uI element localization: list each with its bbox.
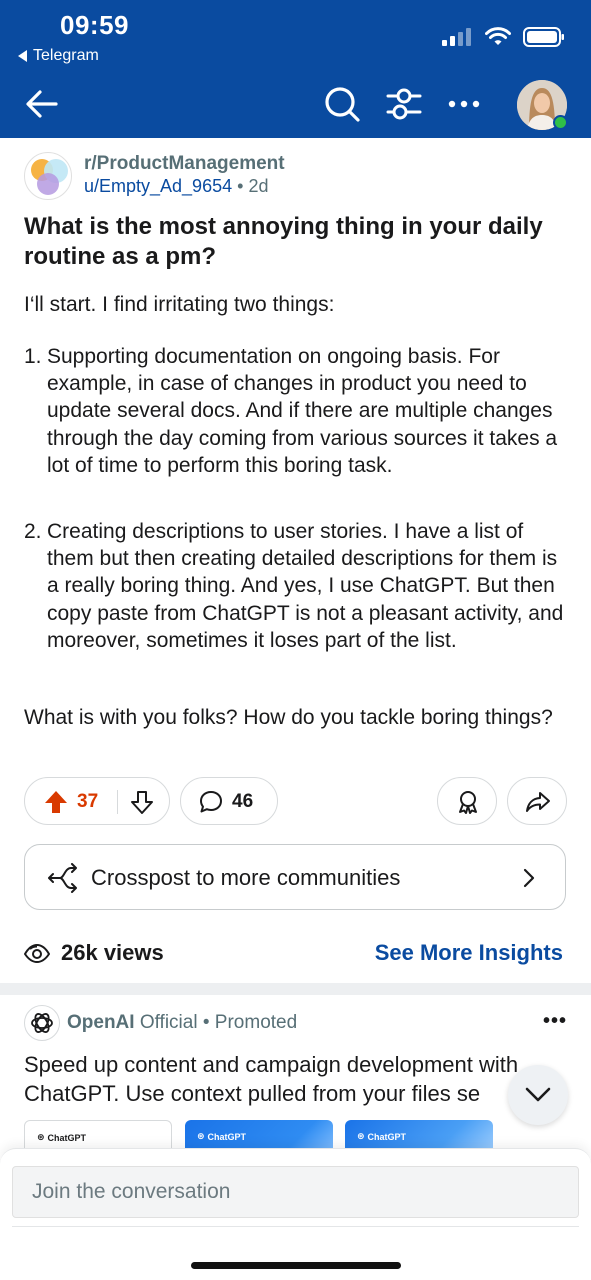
promo-text: Speed up content and campaign developmen…: [24, 1050, 564, 1108]
official-badge: Official: [139, 1012, 198, 1033]
promo-more-button[interactable]: •••: [543, 1010, 567, 1033]
comments-button[interactable]: 46: [180, 777, 278, 825]
comment-count: 46: [232, 791, 254, 812]
scroll-down-button[interactable]: [508, 1065, 568, 1125]
filter-icon[interactable]: [384, 84, 424, 124]
back-triangle-icon: [18, 50, 27, 62]
list-item: 1. Supporting documentation on ongoing b…: [24, 343, 564, 479]
arrow-left-icon[interactable]: [22, 84, 62, 124]
list-number: 1.: [24, 345, 42, 368]
status-icons: [441, 26, 565, 48]
vote-pill: 37: [24, 777, 170, 825]
post-age: 2d: [248, 176, 269, 196]
post-intro: I‘ll start. I find irritating two things…: [24, 293, 335, 316]
back-to-telegram[interactable]: Telegram: [18, 47, 99, 65]
composer-divider: [12, 1226, 579, 1227]
list-number: 2.: [24, 520, 42, 543]
promo-line-2: ChatGPT. Use context pulled from your fi…: [24, 1081, 481, 1106]
promoted-author[interactable]: OpenAI Official • Promoted: [67, 1012, 297, 1034]
search-icon[interactable]: [322, 84, 362, 124]
chatgpt-logo-icon: ⊛: [197, 1131, 205, 1141]
crosspost-button[interactable]: Crosspost to more communities: [24, 844, 566, 910]
chevron-right-icon: [523, 868, 535, 888]
award-icon: [459, 791, 477, 814]
post-title: What is the most annoying thing in your …: [24, 213, 543, 270]
openai-logo-icon[interactable]: [24, 1005, 60, 1041]
see-more-insights-link[interactable]: See More Insights: [375, 940, 563, 966]
wifi-icon: [485, 27, 511, 45]
back-app-label: Telegram: [33, 47, 99, 64]
meta-separator: •: [237, 176, 244, 196]
downvote-icon[interactable]: [129, 789, 155, 815]
post-outro: What is with you folks? How do you tackl…: [24, 706, 553, 729]
promo-line-1: Speed up content and campaign developmen…: [24, 1052, 519, 1077]
subreddit-name[interactable]: r/ProductManagement: [84, 153, 285, 175]
promoted-label: Promoted: [214, 1012, 298, 1033]
comment-bubble-icon: [200, 791, 222, 813]
share-arrow-icon: [526, 792, 550, 812]
crosspost-icon: [48, 863, 77, 893]
card-brand: ⊛ ChatGPT: [357, 1131, 406, 1142]
subreddit-logo-icon: [31, 159, 68, 195]
upvote-icon[interactable]: [43, 789, 69, 815]
list-text: Supporting documentation on ongoing basi…: [47, 345, 558, 477]
section-divider: [0, 983, 591, 995]
list-item: 2. Creating descriptions to user stories…: [24, 518, 564, 654]
upvote-count: 37: [77, 791, 99, 812]
list-text: Creating descriptions to user stories. I…: [47, 520, 564, 652]
subreddit-avatar-icon[interactable]: [24, 152, 72, 200]
crosspost-label: Crosspost to more communities: [91, 865, 401, 890]
battery-icon: [523, 27, 564, 47]
share-button[interactable]: [507, 777, 567, 825]
promo-separator: •: [202, 1012, 210, 1033]
advertiser-name: OpenAI: [67, 1012, 135, 1033]
author-line: u/Empty_Ad_9654 • 2d: [84, 176, 268, 197]
views-count: 26k views: [61, 940, 164, 965]
app-header: 09:59 Telegram: [0, 0, 591, 138]
status-time: 09:59: [60, 10, 129, 40]
home-indicator[interactable]: [191, 1262, 401, 1269]
cellular-signal-icon: [442, 28, 471, 46]
views-row: 26k views See More Insights: [24, 938, 569, 968]
chatgpt-logo-icon: ⊛: [357, 1131, 365, 1141]
card-brand-label: ChatGPT: [47, 1132, 87, 1143]
card-brand-label: ChatGPT: [367, 1131, 407, 1142]
author-link[interactable]: u/Empty_Ad_9654: [84, 176, 232, 196]
join-conversation-input[interactable]: [12, 1166, 579, 1218]
card-brand-label: ChatGPT: [207, 1131, 247, 1142]
chevron-down-icon: [525, 1087, 551, 1102]
card-brand: ⊛ ChatGPT: [37, 1132, 86, 1143]
openai-knot-icon: [31, 1013, 53, 1033]
views-eye-icon: [24, 943, 50, 964]
post-header: r/ProductManagement u/Empty_Ad_9654 • 2d: [24, 152, 574, 200]
comment-composer: [0, 1148, 591, 1280]
chatgpt-logo-icon: ⊛: [37, 1132, 45, 1142]
award-button[interactable]: [437, 777, 497, 825]
more-horizontal-icon[interactable]: [444, 84, 484, 124]
promoted-header: OpenAI Official • Promoted •••: [24, 1005, 569, 1041]
online-status-dot: [553, 115, 568, 130]
card-brand: ⊛ ChatGPT: [197, 1131, 246, 1142]
vote-divider: [117, 790, 118, 814]
